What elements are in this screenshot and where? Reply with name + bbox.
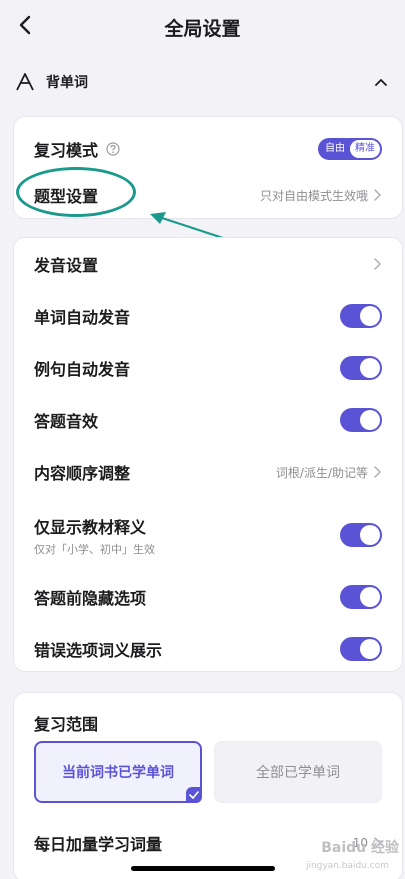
letter-a-icon: [14, 71, 36, 93]
check-icon: [186, 787, 202, 803]
textbook-only-label: 仅显示教材释义: [34, 517, 147, 537]
answer-sound-toggle[interactable]: [340, 408, 382, 432]
content-order-label: 内容顺序调整: [34, 464, 131, 483]
watermark: Baidu 经验: [321, 840, 399, 856]
nav-bar: 全局设置: [0, 0, 405, 54]
pronunciation-settings-row[interactable]: 发音设置: [14, 242, 402, 286]
textbook-only-sub: 仅对「小学、初中」生效: [34, 542, 155, 556]
page-title: 全局设置: [164, 17, 241, 40]
annotation-ellipse: [16, 167, 136, 217]
home-indicator: [131, 866, 275, 871]
chevron-right-icon: [372, 257, 382, 271]
daily-add-label: 每日加量学习词量: [34, 835, 163, 854]
wrong-option-meaning-label: 错误选项词义展示: [34, 641, 163, 660]
mode-option-free[interactable]: 自由: [320, 140, 350, 158]
range-option-current-book[interactable]: 当前词书已学单词: [34, 741, 202, 803]
watermark-url: jingyan.baidu.com: [305, 861, 389, 871]
sentence-auto-pronounce-row: 例句自动发音: [14, 346, 402, 390]
hide-options-toggle[interactable]: [340, 585, 382, 609]
section-header-vocab[interactable]: 背单词: [0, 60, 405, 104]
word-auto-pronounce-toggle[interactable]: [340, 304, 382, 328]
pronunciation-label: 发音设置: [34, 256, 99, 275]
pronunciation-card: 发音设置 单词自动发音 例句自动发音 答题音效 内容顺序调整 词根/派生/助记等…: [13, 237, 403, 672]
textbook-only-toggle[interactable]: [340, 523, 382, 547]
sentence-auto-pronounce-toggle[interactable]: [340, 356, 382, 380]
chevron-right-icon: [372, 465, 382, 479]
range-option-current-book-label: 当前词书已学单词: [62, 765, 174, 781]
mode-option-precise[interactable]: 精准: [350, 140, 380, 158]
review-mode-switch[interactable]: 自由 精准: [318, 138, 382, 160]
question-circle-icon[interactable]: [106, 142, 120, 156]
answer-sound-row: 答题音效: [14, 398, 402, 442]
chevron-up-icon[interactable]: [371, 72, 391, 92]
wrong-option-meaning-row: 错误选项词义展示: [14, 627, 402, 671]
content-order-hint: 词根/派生/助记等: [275, 465, 368, 480]
range-option-all-label: 全部已学单词: [256, 765, 340, 781]
range-option-all[interactable]: 全部已学单词: [214, 741, 382, 803]
question-type-hint: 只对自由模式生效哦: [259, 188, 368, 203]
wrong-option-meaning-toggle[interactable]: [340, 637, 382, 661]
chevron-right-icon: [372, 188, 382, 202]
hide-options-row: 答题前隐藏选项: [14, 575, 402, 619]
review-mode-label: 复习模式: [34, 141, 99, 160]
review-mode-row: 复习模式 自由 精准: [14, 127, 402, 171]
review-range-title: 复习范围: [34, 715, 99, 734]
content-order-row[interactable]: 内容顺序调整 词根/派生/助记等: [14, 450, 402, 494]
answer-sound-label: 答题音效: [34, 412, 99, 431]
back-button[interactable]: [10, 12, 40, 42]
chevron-left-icon: [18, 15, 32, 39]
word-auto-pronounce-label: 单词自动发音: [34, 308, 131, 327]
section-label: 背单词: [46, 75, 88, 91]
hide-options-label: 答题前隐藏选项: [34, 589, 147, 608]
sentence-auto-pronounce-label: 例句自动发音: [34, 360, 131, 379]
textbook-only-row: 仅显示教材释义 仅对「小学、初中」生效: [14, 508, 402, 562]
word-auto-pronounce-row: 单词自动发音: [14, 294, 402, 338]
